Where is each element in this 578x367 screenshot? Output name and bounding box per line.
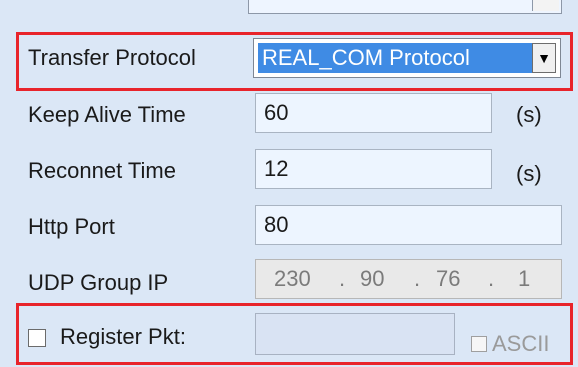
transfer-protocol-selected-value: REAL_COM Protocol (258, 43, 532, 73)
reconnect-time-input[interactable]: 12 (255, 149, 492, 189)
keep-alive-input[interactable]: 60 (255, 93, 492, 133)
settings-panel: Transfer Protocol REAL_COM Protocol ▼ Ke… (0, 0, 578, 367)
keep-alive-label: Keep Alive Time (28, 102, 186, 127)
transfer-protocol-label: Transfer Protocol (28, 45, 196, 70)
transfer-protocol-select[interactable]: REAL_COM Protocol ▼ (253, 38, 561, 78)
ip-octet-3: 76 (436, 266, 461, 291)
ip-separator-2: . (414, 266, 421, 291)
partial-select-dropdown-button[interactable] (532, 0, 559, 11)
chevron-down-icon[interactable]: ▼ (532, 43, 556, 73)
udp-group-ip-field: 230 . 90 . 76 . 1 (255, 259, 562, 299)
ip-separator-1: . (339, 266, 346, 291)
ip-octet-1: 230 (274, 266, 311, 291)
ascii-checkbox[interactable] (471, 336, 487, 352)
register-pkt-label: Register Pkt: (60, 324, 186, 349)
register-pkt-checkbox[interactable] (28, 329, 46, 347)
http-port-label: Http Port (28, 214, 115, 239)
ip-octet-2: 90 (360, 266, 385, 291)
reconnect-time-label: Reconnet Time (28, 158, 176, 183)
reconnect-time-unit: (s) (516, 161, 542, 186)
register-pkt-input[interactable] (255, 313, 455, 355)
keep-alive-unit: (s) (516, 102, 542, 127)
http-port-input[interactable]: 80 (255, 205, 562, 245)
udp-group-ip-label: UDP Group IP (28, 270, 169, 295)
partial-select-top[interactable] (248, 0, 562, 14)
ip-separator-3: . (488, 266, 495, 291)
ascii-label: ASCII (492, 331, 550, 356)
ip-octet-4: 1 (518, 266, 531, 291)
